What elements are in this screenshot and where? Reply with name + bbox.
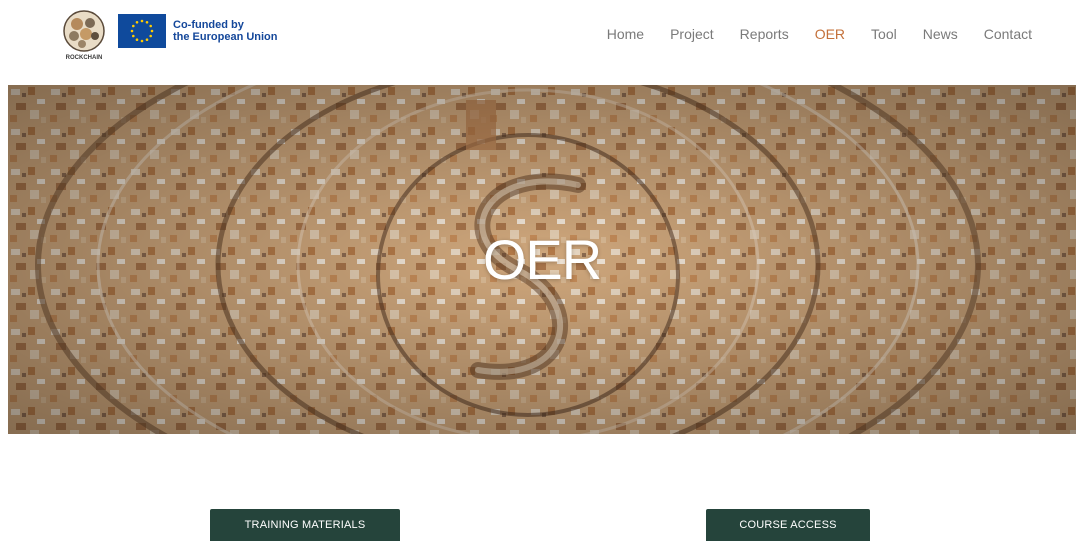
nav-oer[interactable]: OER xyxy=(815,26,845,42)
svg-text:ROCKCHAIN: ROCKCHAIN xyxy=(66,55,103,61)
nav-reports[interactable]: Reports xyxy=(740,26,789,42)
nav-tool[interactable]: Tool xyxy=(871,26,897,42)
nav-contact[interactable]: Contact xyxy=(984,26,1032,42)
hero-banner: OER xyxy=(8,85,1076,434)
nav-home[interactable]: Home xyxy=(607,26,644,42)
eu-cofunded-badge: Co-funded by the European Union xyxy=(118,14,278,48)
eu-text-line2: the European Union xyxy=(173,31,278,43)
eu-flag-icon xyxy=(118,14,166,48)
eu-text-line1: Co-funded by xyxy=(173,19,244,31)
nav-project[interactable]: Project xyxy=(670,26,714,42)
site-header: ROCKCHAIN Co-funded by the European Unio… xyxy=(0,0,1076,84)
main-nav: Home Project Reports OER Tool News Conta… xyxy=(581,26,1032,42)
hero-title: OER xyxy=(482,228,602,291)
course-access-button[interactable]: COURSE ACCESS xyxy=(706,509,870,541)
rockchain-logo[interactable]: ROCKCHAIN xyxy=(60,9,108,61)
eu-cofunded-text: Co-funded by the European Union xyxy=(173,19,278,43)
nav-news[interactable]: News xyxy=(923,26,958,42)
training-materials-button[interactable]: TRAINING MATERIALS xyxy=(210,509,400,541)
